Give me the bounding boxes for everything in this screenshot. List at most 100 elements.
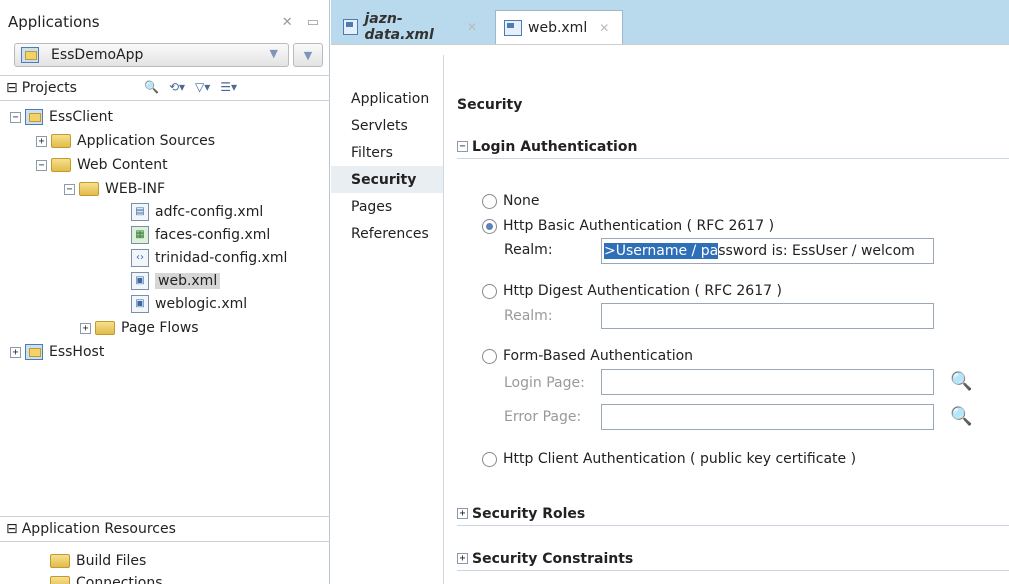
- xml-file-icon: ‹›: [131, 249, 149, 267]
- application-menu-button[interactable]: ▼: [293, 43, 323, 67]
- xml-file-icon: [504, 19, 522, 36]
- security-roles-header[interactable]: + Security Roles: [457, 502, 1009, 526]
- login-page-input[interactable]: [601, 369, 934, 395]
- tree-node-label: web.xml: [155, 273, 221, 289]
- radio-label: Form-Based Authentication: [503, 348, 694, 364]
- folder-icon: [51, 134, 71, 148]
- digest-realm-input[interactable]: [601, 303, 934, 329]
- application-resources-bar[interactable]: ⊟ Application Resources: [0, 516, 330, 542]
- tree-node-adfc-config[interactable]: ▤ adfc-config.xml: [131, 201, 263, 223]
- nav-security[interactable]: Security: [331, 166, 443, 193]
- applications-title: Applications: [8, 13, 100, 31]
- folder-icon: [95, 321, 115, 335]
- application-name: EssDemoApp: [51, 47, 144, 63]
- tree-node-label: Build Files: [76, 553, 147, 569]
- radio-button[interactable]: [482, 451, 497, 467]
- realm-label-digest: Realm:: [504, 308, 553, 324]
- tree-node-label: WEB-INF: [105, 181, 165, 197]
- close-icon[interactable]: ✕: [282, 15, 293, 30]
- tree-node-label: trinidad-config.xml: [155, 250, 288, 266]
- editor-nav: Application Servlets Filters Security Pa…: [331, 85, 443, 247]
- radio-http-digest[interactable]: Http Digest Authentication ( RFC 2617 ): [482, 283, 782, 299]
- login-page-label: Login Page:: [504, 375, 585, 391]
- tab-web-xml[interactable]: web.xml ✕: [495, 10, 623, 44]
- collapse-icon[interactable]: ⊟: [6, 521, 18, 537]
- realm-input[interactable]: >Username / pa ssword is: EssUser / welco…: [601, 238, 934, 264]
- minimize-icon[interactable]: ▭: [307, 15, 319, 30]
- error-page-label: Error Page:: [504, 409, 582, 425]
- nav-pages[interactable]: Pages: [331, 193, 443, 220]
- folder-icon: [51, 158, 71, 172]
- tree-node-esshost[interactable]: + EssHost: [10, 341, 104, 363]
- expand-toggle[interactable]: +: [36, 135, 47, 147]
- applications-panel: Applications ✕ ▭ EssDemoApp ▼ ▼ ⊟ Projec…: [0, 0, 330, 584]
- radio-none[interactable]: None: [482, 193, 540, 209]
- tree-node-web-xml[interactable]: ▣ web.xml: [131, 270, 221, 292]
- tree-node-weblogic-xml[interactable]: ▣ weblogic.xml: [131, 293, 247, 315]
- applications-header: Applications ✕ ▭: [0, 0, 329, 44]
- realm-text: ssword is: EssUser / welcom: [718, 243, 915, 259]
- nav-servlets[interactable]: Servlets: [331, 112, 443, 139]
- security-constraints-header[interactable]: + Security Constraints: [457, 547, 1009, 571]
- project-icon: [25, 344, 43, 360]
- web-xml-icon: ▣: [131, 272, 149, 290]
- collapse-toggle[interactable]: −: [10, 111, 21, 123]
- collapse-toggle[interactable]: −: [64, 183, 75, 195]
- tab-jazn-data[interactable]: jazn-data.xml ✕: [335, 10, 485, 44]
- tree-node-build-files[interactable]: Build Files: [50, 550, 146, 572]
- folder-icon: [79, 182, 99, 196]
- projects-label: Projects: [21, 80, 77, 96]
- radio-label: Http Basic Authentication ( RFC 2617 ): [503, 218, 775, 234]
- radio-form-based[interactable]: Form-Based Authentication: [482, 348, 693, 364]
- tree-node-web-inf[interactable]: − WEB-INF: [64, 178, 165, 200]
- editor-tab-bar: jazn-data.xml ✕ web.xml ✕: [331, 0, 1009, 44]
- collapse-toggle[interactable]: −: [457, 141, 468, 152]
- expand-toggle[interactable]: +: [457, 508, 468, 519]
- radio-button[interactable]: [482, 218, 497, 234]
- application-icon: [21, 47, 39, 63]
- search-icon[interactable]: 🔍: [950, 371, 972, 392]
- login-authentication-header[interactable]: − Login Authentication: [457, 135, 1009, 159]
- tree-node-page-flows[interactable]: + Page Flows: [80, 317, 199, 339]
- tree-node-connections[interactable]: Connections: [50, 572, 163, 584]
- radio-button[interactable]: [482, 283, 497, 299]
- nav-references[interactable]: References: [331, 220, 443, 247]
- tree-node-label: Connections: [76, 575, 163, 584]
- collapse-toggle[interactable]: −: [36, 159, 47, 171]
- tree-node-label: Web Content: [77, 157, 168, 173]
- section-title: Security Constraints: [472, 550, 634, 567]
- tree-node-trinidad-config[interactable]: ‹› trinidad-config.xml: [131, 247, 287, 269]
- tree-node-label: Application Sources: [77, 133, 216, 149]
- nav-filters[interactable]: Filters: [331, 139, 443, 166]
- radio-http-client[interactable]: Http Client Authentication ( public key …: [482, 451, 856, 467]
- tree-node-application-sources[interactable]: + Application Sources: [36, 130, 215, 152]
- tree-node-faces-config[interactable]: ▦ faces-config.xml: [131, 224, 270, 246]
- xml-file-icon: ▤: [131, 203, 149, 221]
- sync-icon[interactable]: ⟲▾: [169, 80, 185, 94]
- collapse-icon[interactable]: ⊟: [6, 80, 18, 96]
- close-icon[interactable]: ✕: [599, 21, 609, 35]
- application-resources-label: Application Resources: [21, 521, 176, 537]
- radio-button[interactable]: [482, 348, 497, 364]
- radio-button[interactable]: [482, 193, 497, 209]
- tree-node-essclient[interactable]: − EssClient: [10, 106, 113, 128]
- nav-application[interactable]: Application: [331, 85, 443, 112]
- expand-toggle[interactable]: +: [80, 322, 91, 334]
- application-selector[interactable]: EssDemoApp ▼: [14, 43, 289, 67]
- tree-node-web-content[interactable]: − Web Content: [36, 154, 168, 176]
- expand-toggle[interactable]: +: [457, 553, 468, 564]
- realm-label: Realm:: [504, 242, 553, 258]
- expand-toggle[interactable]: +: [10, 346, 21, 358]
- xml-file-icon: [343, 19, 359, 35]
- options-icon[interactable]: ☰▾: [220, 80, 237, 94]
- radio-http-basic[interactable]: Http Basic Authentication ( RFC 2617 ): [482, 218, 774, 234]
- search-icon[interactable]: 🔍: [950, 406, 972, 427]
- folder-icon: [50, 576, 70, 584]
- chevron-down-icon: ▼: [269, 47, 278, 60]
- close-icon[interactable]: ✕: [467, 20, 477, 34]
- projects-bar[interactable]: ⊟ Projects 🔍 ⟲▾ ▽▾ ☰▾: [0, 75, 330, 101]
- error-page-input[interactable]: [601, 404, 934, 430]
- project-icon: [25, 109, 43, 125]
- search-icon[interactable]: 🔍: [144, 80, 159, 94]
- filter-icon[interactable]: ▽▾: [195, 80, 210, 94]
